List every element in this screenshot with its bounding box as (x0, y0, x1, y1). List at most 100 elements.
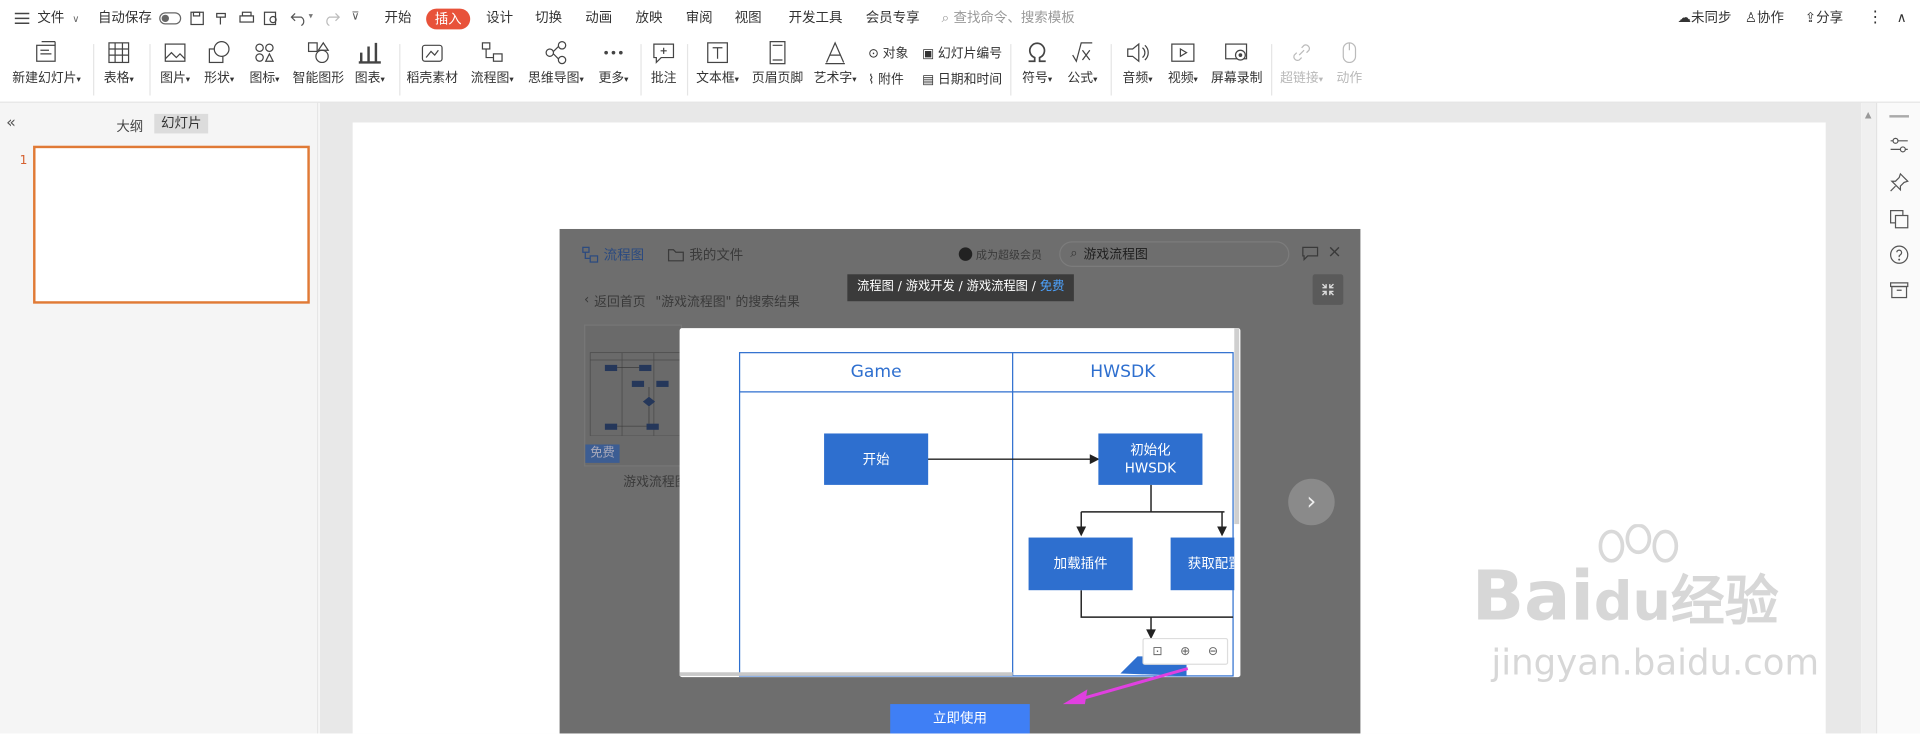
calendar-icon: ▤ (922, 71, 935, 87)
tab-flowchart-label: 流程图 (603, 247, 645, 264)
annotation-arrow (1062, 667, 1189, 705)
back-home-link[interactable]: 返回首页 (594, 293, 645, 311)
datetime-button[interactable]: ▤ 日期和时间 (922, 70, 1002, 88)
close-icon[interactable]: × (1327, 242, 1341, 262)
audio-button[interactable]: 音频▾ (1118, 39, 1157, 87)
exit-fullscreen-button[interactable] (1312, 274, 1344, 305)
node-init-hwsdk: 初始化 HWSDK (1098, 433, 1203, 485)
toggle-switch-icon (158, 12, 181, 25)
print-icon[interactable] (239, 11, 255, 26)
table-icon (108, 42, 130, 64)
screen-record-button[interactable]: 屏幕录制 (1210, 39, 1264, 87)
mindmap-button[interactable]: 思维导图▾ (527, 39, 586, 87)
flowchart-preview: Game HWSDK 开始 初始化 HWSDK 加载插件 获取配置 ⊡ ⊕ ⊖ (679, 328, 1241, 678)
attachment-button[interactable]: ⌇ 附件 (868, 70, 904, 88)
tab-home[interactable]: 开始 (384, 0, 411, 37)
settings-sliders-icon[interactable] (1889, 137, 1909, 154)
autosave-toggle[interactable]: 自动保存 (98, 0, 181, 37)
template-search-input[interactable]: ⌕ 游戏流程图 (1059, 241, 1290, 267)
hamburger-icon (14, 12, 30, 25)
tab-flowchart[interactable]: 流程图 (582, 245, 644, 265)
format-painter-icon[interactable] (214, 11, 229, 26)
tab-outline[interactable]: 大纲 (116, 116, 143, 136)
scroll-up-icon[interactable]: ▲ (1865, 110, 1872, 120)
archive-icon[interactable] (1889, 280, 1909, 300)
new-slide-button[interactable]: 新建幻灯片▾ (12, 39, 81, 87)
action-label: 动作 (1336, 71, 1363, 86)
chat-icon[interactable] (1302, 245, 1319, 261)
node-start-label: 开始 (862, 451, 890, 468)
copy-layers-icon[interactable] (1889, 209, 1909, 229)
object-button[interactable]: ⊙ 对象 (868, 44, 908, 62)
smart-art-button[interactable]: 智能图形 (293, 39, 344, 87)
use-now-button[interactable]: 立即使用 (890, 704, 1030, 734)
drag-handle-icon[interactable] (1889, 115, 1909, 118)
zoom-in-icon[interactable]: ⊕ (1180, 645, 1190, 658)
flowchart-button[interactable]: 流程图▾ (469, 39, 516, 87)
chart-button[interactable]: 图表▾ (351, 39, 388, 87)
sync-button[interactable]: ☁未同步 (1678, 0, 1732, 37)
help-icon[interactable] (1889, 245, 1909, 265)
more-button[interactable]: 更多▾ (595, 39, 632, 87)
collab-button[interactable]: ♙协作 (1745, 0, 1784, 37)
vertical-scrollbar[interactable]: ▲ (1861, 102, 1876, 734)
share-icon: ⇪ (1804, 9, 1817, 26)
tab-my-files[interactable]: 我的文件 (667, 245, 743, 265)
chevron-left-icon[interactable]: ‹ (584, 293, 589, 311)
breadcrumb-free-tag: 免费 (1039, 280, 1065, 294)
formula-button[interactable]: 公式▾ (1063, 39, 1102, 87)
watermark-bai: Bai (1471, 557, 1594, 637)
undo-icon[interactable] (290, 10, 307, 26)
tab-view[interactable]: 视图 (735, 0, 762, 37)
command-search[interactable]: ⌕ 查找命令、搜索模板 (942, 0, 1075, 37)
collapse-ribbon-icon[interactable]: ∧ (1897, 0, 1907, 37)
tab-review[interactable]: 审阅 (686, 0, 713, 37)
undo-dropdown-icon[interactable]: ▾ (309, 11, 313, 21)
icon-library-button[interactable]: 图标▾ (246, 39, 283, 87)
material-button[interactable]: 稻壳素材 (407, 39, 458, 87)
zoom-out-icon[interactable]: ⊖ (1208, 645, 1218, 658)
picture-label: 图片 (160, 71, 186, 86)
share-button[interactable]: ⇪分享 (1805, 0, 1843, 37)
search-icon: ⌕ (1070, 246, 1078, 261)
comment-button[interactable]: 批注 (648, 39, 680, 87)
textbox-button[interactable]: 文本框▾ (694, 39, 741, 87)
slide-thumbnail[interactable] (33, 145, 310, 304)
tab-member[interactable]: 会员专享 (866, 0, 920, 37)
object-icon: ⊙ (868, 45, 879, 61)
save-icon[interactable] (190, 11, 205, 26)
hyperlink-button[interactable]: 超链接▾ (1278, 39, 1325, 87)
slide-number-button[interactable]: ▣ 幻灯片编号 (922, 44, 1002, 62)
fit-view-icon[interactable]: ⊡ (1152, 645, 1162, 658)
shape-icon (208, 41, 230, 64)
video-button[interactable]: 视频▾ (1163, 39, 1202, 87)
tab-transition[interactable]: 切换 (535, 0, 562, 37)
datetime-label: 日期和时间 (937, 72, 1003, 87)
tab-design[interactable]: 设计 (486, 0, 513, 37)
next-template-button[interactable]: › (1288, 478, 1335, 526)
tab-developer[interactable]: 开发工具 (789, 0, 843, 37)
node-load-plugin-label: 加载插件 (1053, 555, 1108, 572)
wordart-label: 艺术字 (813, 71, 853, 86)
mindmap-icon (545, 41, 567, 65)
header-footer-button[interactable]: 页眉页脚 (751, 39, 805, 87)
pin-icon[interactable] (1889, 172, 1909, 193)
redo-icon[interactable] (323, 10, 341, 26)
customize-dropdown-icon[interactable]: ⊽ (351, 11, 359, 23)
sync-label: 未同步 (1691, 9, 1732, 26)
table-button[interactable]: 表格▾ (100, 39, 137, 87)
print-preview-icon[interactable] (263, 11, 279, 26)
wordart-button[interactable]: 艺术字▾ (812, 39, 859, 87)
picture-button[interactable]: 图片▾ (157, 39, 194, 87)
file-menu[interactable]: 文件 ∨ (14, 0, 80, 37)
symbol-button[interactable]: 符号▾ (1018, 39, 1057, 87)
tab-slideshow[interactable]: 放映 (636, 0, 663, 37)
shape-button[interactable]: 形状▾ (201, 39, 238, 87)
action-button[interactable]: 动作 (1333, 39, 1365, 87)
tab-slides[interactable]: 幻灯片 (154, 113, 209, 134)
vip-badge[interactable]: 成为超级会员 (958, 246, 1042, 262)
more-menu-icon[interactable]: ⋮ (1867, 0, 1883, 37)
tab-animation[interactable]: 动画 (585, 0, 612, 37)
tab-insert[interactable]: 插入 (426, 8, 471, 30)
collapse-panel-icon[interactable]: « (6, 114, 16, 132)
